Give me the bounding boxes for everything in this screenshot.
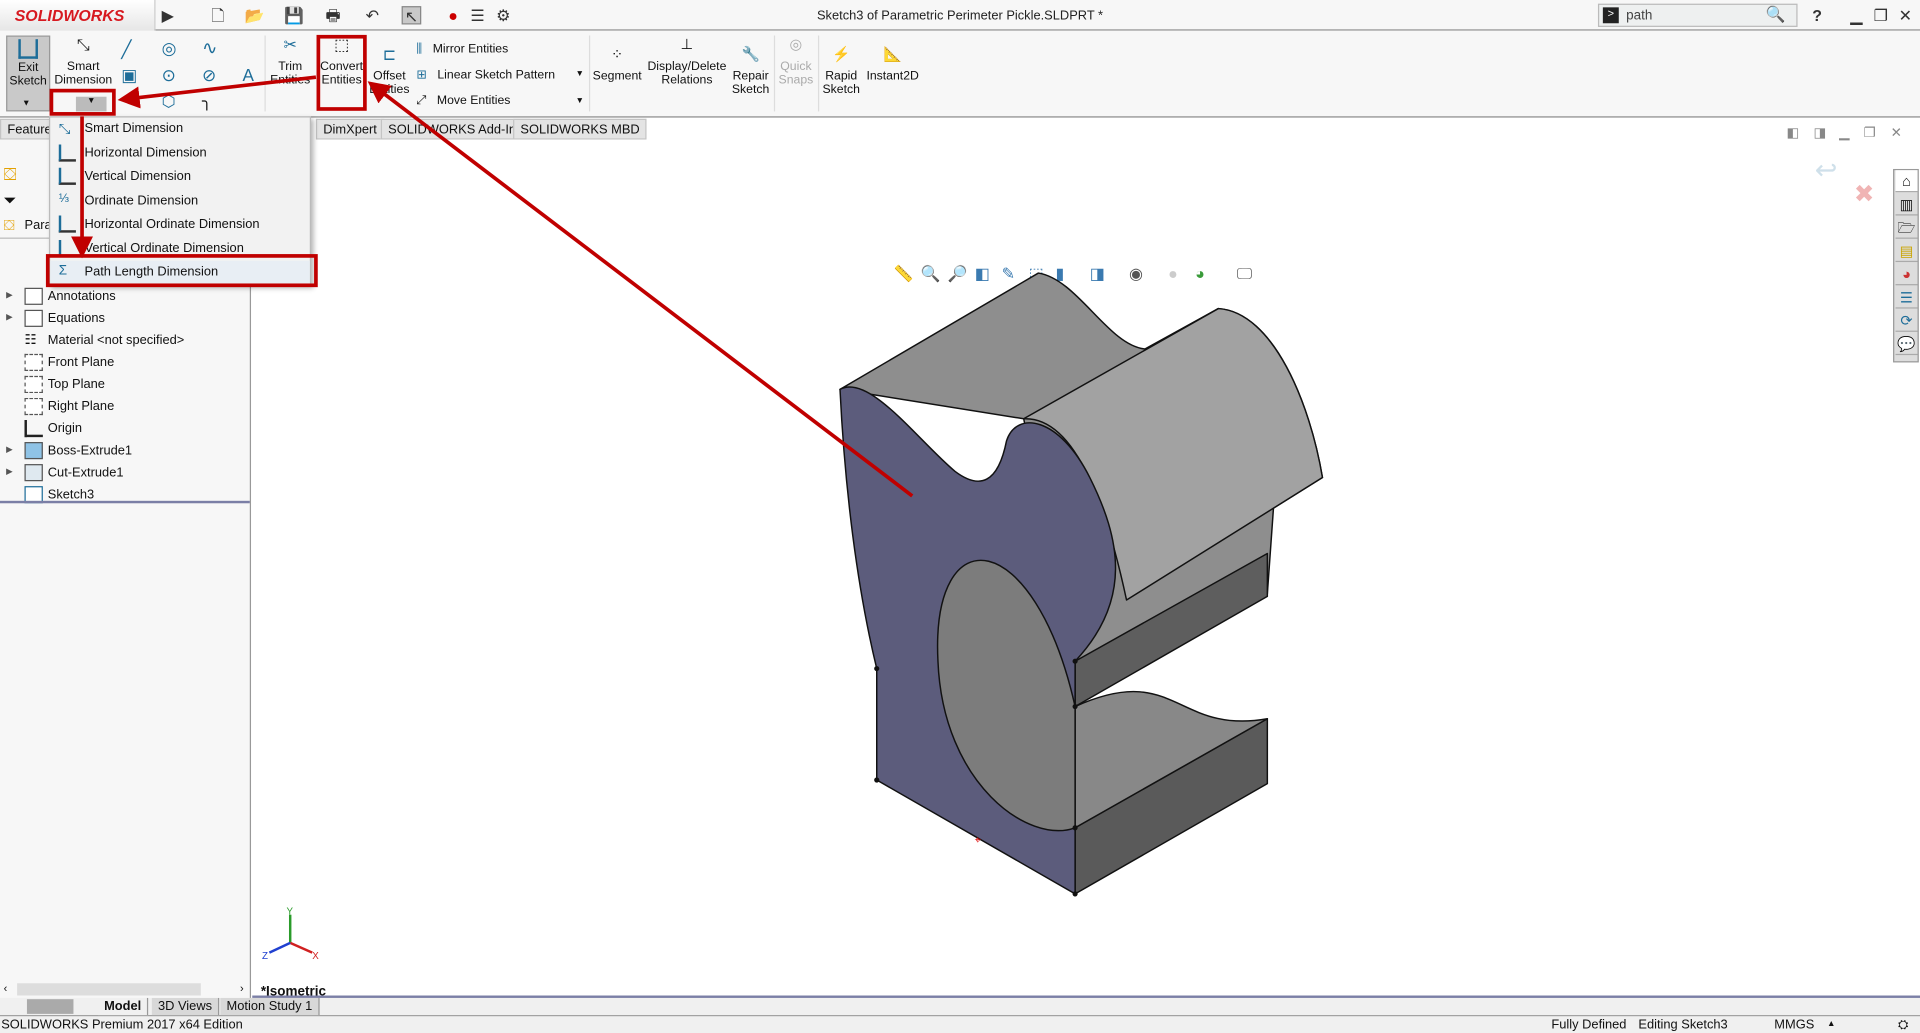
svg-text:Y: Y: [287, 907, 294, 918]
task-pane: ⌂ ▥ 🗁 ▤ ◕ ☰ ⟳ 💬: [1893, 168, 1919, 363]
horizontal-dimension-icon: [58, 143, 76, 162]
dimension-dropdown-menu: ⤡ Smart Dimension Horizontal Dimension Ve…: [48, 116, 312, 286]
home-icon[interactable]: ⌂: [1895, 170, 1918, 193]
smart-dimension-icon: ⤡: [58, 120, 71, 138]
menu-item-ordinate-dimension[interactable]: ⅓ Ordinate Dimension: [50, 189, 310, 212]
sketch-origin-marker: ⌖: [975, 835, 981, 847]
vertical-dimension-icon: [58, 167, 76, 185]
menu-item-vertical-dimension[interactable]: Vertical Dimension: [50, 165, 310, 188]
menu-item-path-length-dimension[interactable]: Σ Path Length Dimension: [50, 260, 310, 285]
solidworks-resources-icon[interactable]: ⟳: [1895, 310, 1918, 332]
edition-label: SOLIDWORKS Premium 2017 x64 Edition: [1, 1017, 243, 1033]
design-library-icon[interactable]: ▥: [1895, 193, 1918, 216]
editing-status: Editing Sketch3: [1638, 1017, 1728, 1033]
tab-model[interactable]: Model: [97, 997, 149, 1016]
custom-properties-icon[interactable]: ☰: [1895, 287, 1918, 309]
svg-text:Z: Z: [262, 951, 268, 962]
file-explorer-icon[interactable]: 🗁: [1895, 217, 1918, 239]
menu-item-vertical-ordinate-dimension[interactable]: Vertical Ordinate Dimension: [50, 237, 310, 260]
tab-scroll-buttons[interactable]: [26, 999, 74, 1014]
ordinate-dimension-icon: ⅓: [58, 191, 69, 206]
vertical-ordinate-icon: [58, 239, 76, 257]
appearances-icon[interactable]: ◕: [1895, 263, 1918, 286]
view-palette-icon[interactable]: ▤: [1895, 240, 1918, 263]
horizontal-ordinate-icon: [58, 215, 76, 233]
status-bar: SOLIDWORKS Premium 2017 x64 Edition Full…: [0, 1016, 1920, 1033]
menu-item-horizontal-dimension[interactable]: Horizontal Dimension: [50, 141, 310, 164]
units-selector[interactable]: MMGS: [1774, 1018, 1814, 1033]
coordinate-triad: Y X Z: [262, 907, 319, 962]
forum-icon[interactable]: 💬: [1895, 333, 1918, 356]
path-length-icon: Σ: [58, 263, 68, 278]
part-model: ⌖: [839, 272, 1324, 897]
tab-3d-views[interactable]: 3D Views: [151, 997, 220, 1016]
sketch-status: Fully Defined: [1551, 1017, 1627, 1033]
units-up-icon[interactable]: ▲: [1827, 1020, 1835, 1029]
menu-item-horizontal-ordinate-dimension[interactable]: Horizontal Ordinate Dimension: [50, 213, 310, 236]
menu-item-smart-dimension[interactable]: ⤡ Smart Dimension: [50, 118, 310, 141]
bottom-tabs: Model 3D Views Motion Study 1: [0, 997, 1920, 1017]
tab-motion-study-1[interactable]: Motion Study 1: [220, 997, 320, 1016]
rebuild-status-icon[interactable]: ⛭: [1898, 1018, 1908, 1033]
svg-text:X: X: [312, 951, 319, 962]
